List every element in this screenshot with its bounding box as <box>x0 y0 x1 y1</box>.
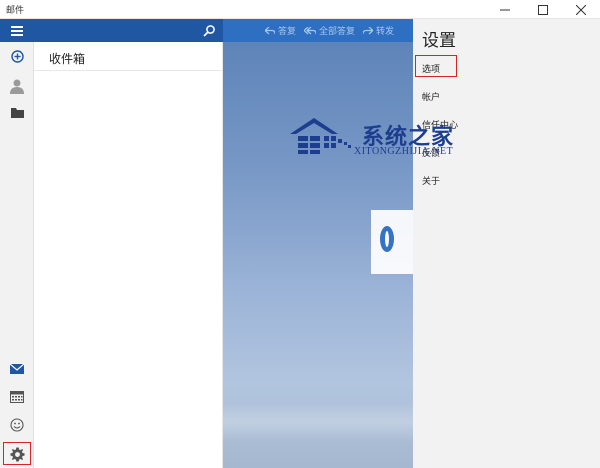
title-bar: 邮件 <box>0 0 600 19</box>
reading-pane-background <box>223 42 413 468</box>
calendar-icon <box>10 391 24 403</box>
reply-icon <box>265 26 275 34</box>
forward-icon <box>363 26 374 34</box>
minimize-button[interactable] <box>486 0 524 19</box>
plus-circle-icon <box>10 49 24 63</box>
mail-button[interactable] <box>0 357 34 381</box>
hamburger-icon <box>11 25 23 36</box>
feedback-button[interactable] <box>0 413 34 437</box>
settings-item-about[interactable]: 关于 <box>422 174 440 187</box>
reply-all-icon <box>304 26 317 34</box>
navigation-rail <box>0 19 34 468</box>
maximize-button[interactable] <box>524 0 562 19</box>
minimize-icon <box>500 9 510 10</box>
forward-label: 转发 <box>376 27 395 37</box>
search-icon <box>203 25 215 37</box>
message-list-pane: 收件箱 <box>34 42 223 468</box>
accounts-button[interactable] <box>0 74 34 98</box>
settings-highlight-box <box>3 442 31 465</box>
settings-pane: 设置 选项 帐户 信任中心 反馈 关于 <box>413 19 600 468</box>
reply-label: 答复 <box>278 27 297 37</box>
maximize-icon <box>538 4 548 15</box>
folder-title: 收件箱 <box>49 52 86 66</box>
envelope-icon <box>10 364 24 374</box>
person-icon <box>10 79 24 94</box>
folders-button[interactable] <box>0 100 34 124</box>
options-highlight-box <box>415 55 457 77</box>
smiley-icon <box>10 418 24 432</box>
reply-all-button[interactable]: 全部答复 <box>300 24 359 37</box>
settings-item-accounts[interactable]: 帐户 <box>422 90 440 103</box>
folder-icon <box>10 107 24 118</box>
divider <box>34 70 223 71</box>
new-mail-button[interactable] <box>0 44 34 68</box>
hamburger-button[interactable] <box>0 19 34 42</box>
outlook-o-icon <box>380 226 394 252</box>
calendar-button[interactable] <box>0 385 34 409</box>
reply-button[interactable]: 答复 <box>261 24 300 37</box>
folder-header-bar <box>34 19 223 42</box>
forward-button[interactable]: 转发 <box>359 24 398 37</box>
horizon-haze <box>223 402 413 442</box>
outlook-logo <box>371 210 413 274</box>
window-controls <box>486 0 600 19</box>
settings-item-trust-center[interactable]: 信任中心 <box>422 118 458 131</box>
window-title: 邮件 <box>6 6 25 16</box>
reply-all-label: 全部答复 <box>319 27 356 37</box>
close-button[interactable] <box>562 0 600 19</box>
close-icon <box>576 4 586 15</box>
search-button[interactable] <box>201 23 217 39</box>
settings-title: 设置 <box>422 31 456 51</box>
reading-toolbar: 答复 全部答复 转发 <box>223 19 413 42</box>
settings-item-feedback[interactable]: 反馈 <box>422 146 440 159</box>
